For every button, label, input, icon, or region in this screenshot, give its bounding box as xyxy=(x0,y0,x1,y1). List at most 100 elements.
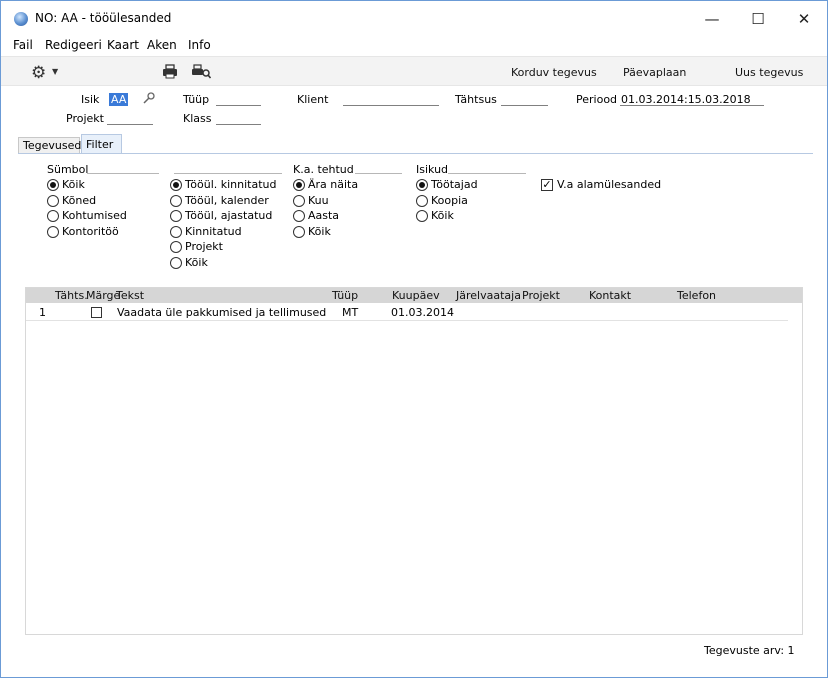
menu-redigeeri[interactable]: Redigeeri xyxy=(45,38,102,52)
symbol-radio-kohtumised[interactable] xyxy=(47,210,59,222)
symbol-radio-koned[interactable] xyxy=(47,195,59,207)
ka-tehtud-option-label: Aasta xyxy=(308,209,340,222)
klass-label: Klass xyxy=(183,112,212,125)
gear-icon[interactable]: ⚙ xyxy=(31,63,46,83)
app-logo-icon xyxy=(14,12,28,26)
grid-header: Tähts. Märge Tekst Tüüp Kuupäev Järelvaa… xyxy=(26,288,802,303)
main-window: NO: AA - tööülesanded — ☐ ✕ Fail Redigee… xyxy=(0,0,828,678)
menu-kaart[interactable]: Kaart xyxy=(107,38,139,52)
symbol-option-label: Kõned xyxy=(62,194,97,207)
maximize-button[interactable]: ☐ xyxy=(735,1,781,37)
minimize-button[interactable]: — xyxy=(689,1,735,37)
close-button[interactable]: ✕ xyxy=(781,1,827,37)
isikud-radio-tootajad[interactable] xyxy=(416,179,428,191)
tooul-radio-kalender[interactable] xyxy=(170,195,182,207)
row-tekst[interactable]: Vaadata üle pakkumised ja tellimused xyxy=(117,306,326,319)
tahtsus-field[interactable] xyxy=(501,105,548,106)
print-preview-icon[interactable] xyxy=(191,64,211,79)
tooul-option-label: Tööül, ajastatud xyxy=(185,209,273,222)
menu-aken[interactable]: Aken xyxy=(147,38,177,52)
title-bar: NO: AA - tööülesanded — ☐ ✕ xyxy=(1,1,827,37)
column-header-tahts[interactable]: Tähts. xyxy=(55,289,88,302)
row-tyyp[interactable]: MT xyxy=(342,306,358,319)
isikud-group-line xyxy=(448,173,526,174)
toolbar: ⚙ ▼ Korduv tegevus Päevaplaan Uus tegevu… xyxy=(1,56,827,86)
tooul-option-label: Tööül, kalender xyxy=(185,194,269,207)
paevaplaan-button[interactable]: Päevaplaan xyxy=(623,66,686,79)
window-title: NO: AA - tööülesanded xyxy=(35,11,172,25)
klass-field[interactable] xyxy=(216,124,261,125)
tab-tegevused-label: Tegevused xyxy=(23,139,82,152)
isik-label: Isik xyxy=(81,93,100,106)
tab-divider xyxy=(18,153,813,154)
tooul-option-label: Projekt xyxy=(185,240,223,253)
symbol-option-label: Kohtumised xyxy=(62,209,127,222)
menu-bar: Fail Redigeeri Kaart Aken Info xyxy=(1,37,827,55)
projekt-field-line[interactable] xyxy=(107,124,153,125)
isikud-radio-koopia[interactable] xyxy=(416,195,428,207)
column-header-tyyp[interactable]: Tüüp xyxy=(332,289,358,302)
symbol-radio-kontoritoo[interactable] xyxy=(47,226,59,238)
projekt-label: Projekt xyxy=(66,112,104,125)
tooul-radio-kinnitatud2[interactable] xyxy=(170,226,182,238)
korduv-tegevus-button[interactable]: Korduv tegevus xyxy=(511,66,597,79)
tooul-option-label: Kõik xyxy=(185,256,208,269)
row-marge-checkbox[interactable] xyxy=(91,307,102,318)
column-header-projekt[interactable]: Projekt xyxy=(522,289,560,302)
tooul-group-line xyxy=(174,173,282,174)
tab-filter[interactable]: Filter xyxy=(81,134,122,153)
ka-tehtud-option-label: Kuu xyxy=(308,194,329,207)
tooul-radio-kinnitatud[interactable] xyxy=(170,179,182,191)
symbol-radio-koik[interactable] xyxy=(47,179,59,191)
column-header-kuupaev[interactable]: Kuupäev xyxy=(392,289,440,302)
symbol-option-label: Kõik xyxy=(62,178,85,191)
ka-tehtud-radio-kuu[interactable] xyxy=(293,195,305,207)
tab-tegevused[interactable]: Tegevused xyxy=(18,137,82,153)
ka-tehtud-group-title: K.a. tehtud xyxy=(293,163,354,176)
klient-label: Klient xyxy=(297,93,329,106)
symbol-group-title: Sümbol xyxy=(47,163,89,176)
column-header-kontakt[interactable]: Kontakt xyxy=(589,289,631,302)
column-header-jarelvaataja[interactable]: Järelvaataja xyxy=(456,289,521,302)
lookup-icon[interactable] xyxy=(143,92,155,104)
activity-count: Tegevuste arv: 1 xyxy=(704,644,795,657)
va-alamulesanded-label: V.a alamülesanded xyxy=(557,178,662,191)
periood-field-line[interactable] xyxy=(620,105,764,106)
va-alamulesanded-checkbox[interactable]: ✓ xyxy=(541,179,553,191)
column-header-telefon[interactable]: Telefon xyxy=(677,289,716,302)
menu-info[interactable]: Info xyxy=(188,38,211,52)
isikud-option-label: Töötajad xyxy=(431,178,478,191)
symbol-option-label: Kontoritöö xyxy=(62,225,119,238)
isikud-option-label: Koopia xyxy=(431,194,468,207)
isik-field[interactable]: AA xyxy=(109,93,129,106)
symbol-group-line xyxy=(87,173,159,174)
ka-tehtud-group-line xyxy=(355,173,402,174)
tooul-option-label: Kinnitatud xyxy=(185,225,242,238)
isikud-radio-koik[interactable] xyxy=(416,210,428,222)
column-header-tekst[interactable]: Tekst xyxy=(116,289,144,302)
ka-tehtud-radio-aasta[interactable] xyxy=(293,210,305,222)
periood-label: Periood xyxy=(576,93,618,106)
tooul-radio-ajastatud[interactable] xyxy=(170,210,182,222)
klient-field[interactable] xyxy=(343,105,439,106)
ka-tehtud-option-label: Kõik xyxy=(308,225,331,238)
tooul-option-label: Tööül. kinnitatud xyxy=(185,178,277,191)
uus-tegevus-button[interactable]: Uus tegevus xyxy=(735,66,803,79)
tooul-radio-projekt[interactable] xyxy=(170,241,182,253)
menu-fail[interactable]: Fail xyxy=(13,38,33,52)
tab-filter-label: Filter xyxy=(86,138,114,151)
ka-tehtud-radio-ara-naita[interactable] xyxy=(293,179,305,191)
tooul-radio-koik[interactable] xyxy=(170,257,182,269)
table-row[interactable]: 1 Vaadata üle pakkumised ja tellimused M… xyxy=(26,305,788,321)
row-number: 1 xyxy=(39,306,46,319)
tahtsus-label: Tähtsus xyxy=(455,93,497,106)
activities-grid: Tähts. Märge Tekst Tüüp Kuupäev Järelvaa… xyxy=(25,287,803,635)
ka-tehtud-option-label: Ära näita xyxy=(308,178,359,191)
isikud-option-label: Kõik xyxy=(431,209,454,222)
ka-tehtud-radio-koik[interactable] xyxy=(293,226,305,238)
row-kuupaev[interactable]: 01.03.2014 xyxy=(391,306,454,319)
print-icon[interactable] xyxy=(162,64,178,79)
caret-down-icon[interactable]: ▼ xyxy=(52,67,58,76)
tyyp-label: Tüüp xyxy=(183,93,210,106)
tyyp-field[interactable] xyxy=(216,105,261,106)
